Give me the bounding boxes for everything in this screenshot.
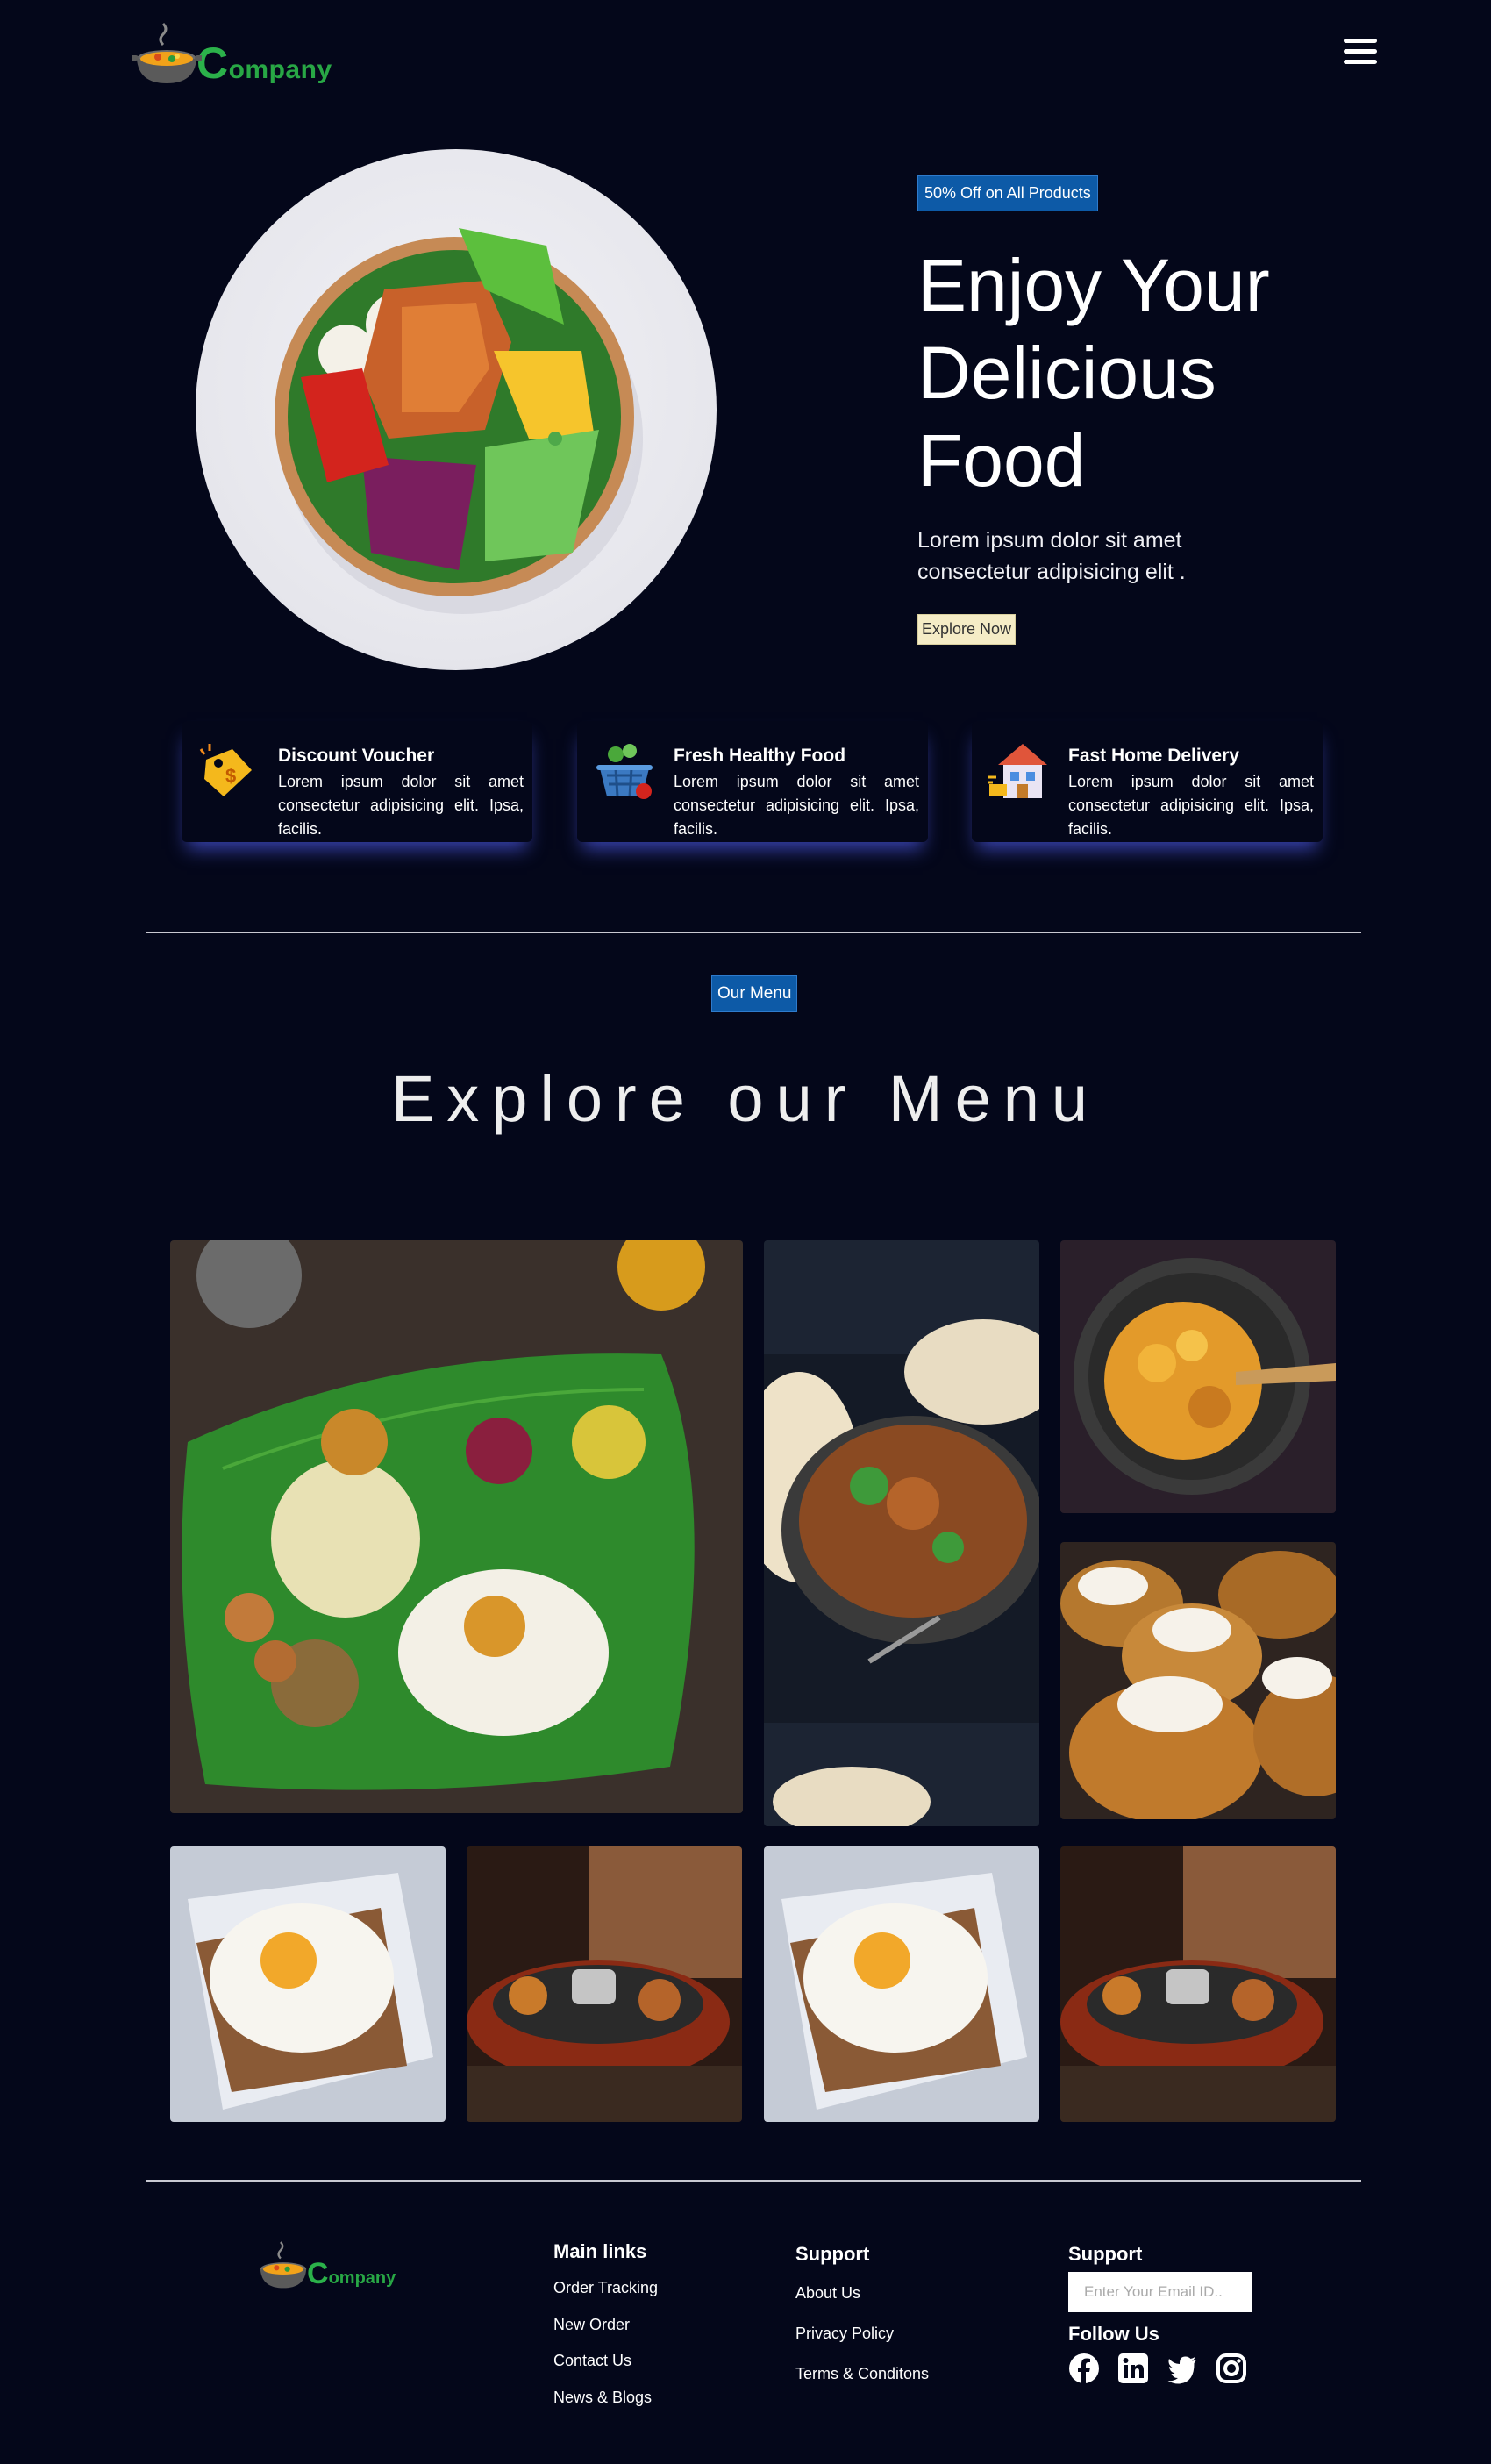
footer-company-logo[interactable]: Company (256, 2237, 432, 2298)
feature-title: Fresh Healthy Food (674, 746, 846, 766)
logo-wordmark: Company (196, 39, 332, 88)
email-input[interactable] (1068, 2272, 1252, 2312)
company-logo[interactable]: Company (130, 19, 333, 89)
footer-divider (146, 2180, 1361, 2182)
menu-tile-banana-leaf-meal[interactable] (170, 1240, 743, 1813)
feature-text: Lorem ipsum dolor sit amet consectetur a… (674, 773, 919, 838)
hero-salad-image (196, 149, 717, 670)
footer-link-privacy-policy[interactable]: Privacy Policy (795, 2325, 894, 2343)
hamburger-menu-button[interactable] (1344, 39, 1377, 67)
feature-title: Fast Home Delivery (1068, 746, 1239, 766)
grocery-basket-icon (586, 733, 674, 830)
newsletter-title: Support (1068, 2243, 1143, 2265)
menu-heading: Explore our Menu (390, 1062, 1101, 1135)
menu-tile-sizzler-plate[interactable] (467, 1846, 742, 2122)
hero-description: Lorem ipsum dolor sit amet consectetur a… (917, 528, 1186, 584)
support-title: Support (795, 2243, 870, 2265)
hero-title: Enjoy Your Delicious Food (917, 244, 1270, 502)
discount-badge: 50% Off on All Products (917, 175, 1098, 211)
footer-link-about-us[interactable]: About Us (795, 2284, 860, 2303)
pot-logo-icon (256, 2239, 310, 2296)
footer-link-order-tracking[interactable]: Order Tracking (553, 2279, 658, 2297)
footer-link-news-blogs[interactable]: News & Blogs (553, 2389, 652, 2407)
footer-link-terms[interactable]: Terms & Conditons (795, 2365, 929, 2383)
menu-tile-sizzler-plate[interactable] (1060, 1846, 1336, 2122)
delivery-house-icon (981, 733, 1068, 830)
hamburger-icon (1344, 39, 1377, 43)
explore-now-button[interactable]: Explore Now (917, 614, 1017, 645)
discount-tag-icon: $ (190, 733, 278, 830)
instagram-icon[interactable] (1216, 2353, 1247, 2384)
menu-tile-curry-pan[interactable] (764, 1240, 1039, 1826)
linkedin-icon[interactable] (1117, 2353, 1149, 2384)
feature-card-delivery[interactable]: Fast Home Delivery Lorem ipsum dolor sit… (972, 721, 1323, 842)
logo-wordmark: Company (307, 2256, 396, 2290)
feature-card-fresh-food[interactable]: Fresh Healthy Food Lorem ipsum dolor sit… (577, 721, 928, 842)
pot-logo-icon (130, 20, 203, 89)
feature-text: Lorem ipsum dolor sit amet consectetur a… (1068, 773, 1314, 838)
footer-link-contact-us[interactable]: Contact Us (553, 2352, 631, 2370)
feature-title: Discount Voucher (278, 746, 435, 766)
menu-tile-roasted-potatoes[interactable] (1060, 1240, 1336, 1513)
follow-us-label: Follow Us (1068, 2323, 1159, 2345)
feature-card-discount[interactable]: $ Discount Voucher Lorem ipsum dolor sit… (182, 721, 532, 842)
menu-tile-cream-pastries[interactable] (1060, 1542, 1336, 1819)
svg-text:$: $ (225, 765, 236, 787)
main-links-title: Main links (553, 2240, 647, 2262)
our-menu-badge: Our Menu (711, 975, 798, 1012)
feature-text: Lorem ipsum dolor sit amet consectetur a… (278, 773, 524, 838)
facebook-icon[interactable] (1068, 2353, 1100, 2384)
twitter-icon[interactable] (1166, 2353, 1198, 2384)
footer-link-new-order[interactable]: New Order (553, 2316, 630, 2334)
section-divider (146, 932, 1361, 933)
menu-tile-egg-toast[interactable] (764, 1846, 1039, 2122)
menu-tile-egg-toast[interactable] (170, 1846, 446, 2122)
